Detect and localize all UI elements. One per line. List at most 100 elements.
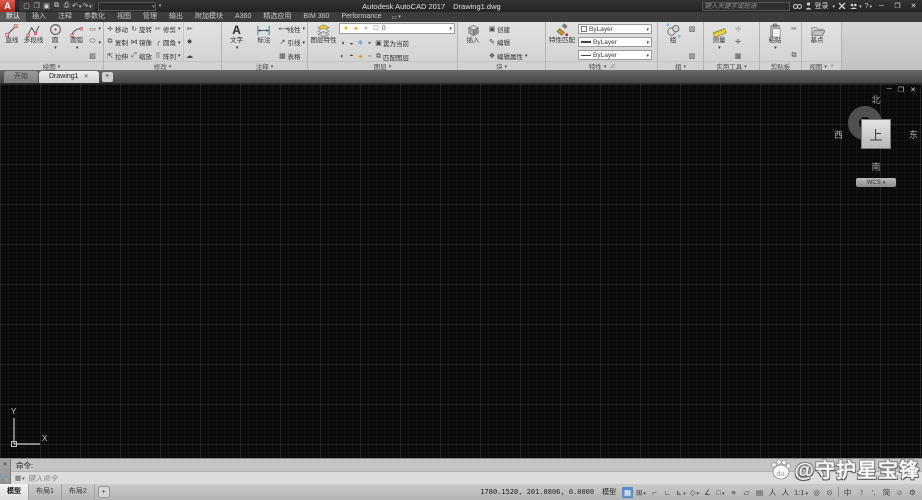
insert-block-button[interactable]: 插入 (460, 23, 486, 61)
close-button[interactable]: ✕ (907, 2, 920, 10)
create-block-tool[interactable]: ▣创建 (488, 24, 528, 33)
tab-manage[interactable]: 管理 (137, 12, 163, 22)
rotate-tool[interactable]: ↻旋转 (130, 24, 152, 33)
search-icon[interactable] (793, 3, 802, 10)
arc-tool[interactable]: 圆弧 (67, 23, 87, 61)
grid-display-toggle[interactable]: ▦ (622, 487, 633, 498)
mirror-tool[interactable]: ⋈镜像 (130, 38, 152, 47)
layer-dropdown[interactable]: ● ☀ ▪ □ 0 (339, 23, 455, 34)
layer-off-icon[interactable]: ◑ (339, 40, 346, 47)
minimize-button[interactable]: ─ (875, 3, 888, 10)
revision-cloud-tool[interactable]: ☁ (186, 51, 194, 60)
edit-attributes-tool[interactable]: ❖编辑属性 (488, 51, 528, 60)
annotation-scale-button[interactable]: 1:1 (793, 487, 809, 498)
sign-in-caret-icon[interactable] (832, 3, 836, 10)
hatch-tool[interactable]: ▨ (89, 51, 102, 60)
command-close-icon[interactable]: ✕ (2, 461, 7, 468)
tab-featured-apps[interactable]: 精选应用 (257, 12, 297, 22)
table-tool[interactable]: ▦表格 (278, 51, 305, 60)
model-space-button[interactable]: 模型 (599, 487, 619, 497)
base-view-button[interactable]: 基点 (804, 23, 830, 61)
viewcube-east[interactable]: 东 (909, 128, 918, 141)
panel-label-draw[interactable]: 绘图 (0, 61, 103, 70)
ortho-mode-toggle[interactable]: ∟ (662, 487, 673, 498)
viewcube-west[interactable]: 西 (834, 128, 843, 141)
layer-freeze-icon[interactable]: ❄ (357, 39, 364, 47)
polyline-tool[interactable]: 多段线 (24, 23, 44, 61)
group-button[interactable]: 组 (660, 23, 686, 61)
ime-width-button[interactable]: ☽ (855, 487, 866, 498)
set-current-layer-button[interactable]: ▣置为当前 (375, 39, 409, 48)
restore-button[interactable]: ❐ (891, 2, 904, 10)
object-color-dropdown[interactable]: ByLayer (578, 24, 652, 34)
linear-dimension-tool[interactable]: ⟷线性 (278, 24, 305, 33)
layout1-tab[interactable]: 布局1 (29, 484, 62, 500)
layer-on-toggle-icon[interactable]: ◐ (339, 53, 346, 60)
undo-button[interactable]: ↶ (72, 1, 81, 11)
object-snap-toggle[interactable]: □ (715, 487, 726, 498)
cut-tool[interactable]: ✂ (790, 24, 798, 33)
panel-label-layers[interactable]: 图层 (308, 61, 457, 70)
viewcube-north[interactable]: 北 (834, 93, 918, 106)
tab-insert[interactable]: 插入 (26, 12, 52, 22)
new-drawing-tab-button[interactable]: + (102, 72, 113, 82)
ime-emoji-button[interactable]: ☺ (894, 487, 905, 498)
ime-settings-button[interactable]: ⚙ (907, 487, 918, 498)
wcs-dropdown[interactable]: WCS (856, 178, 896, 187)
layer-thaw-toggle-icon[interactable]: ☀ (357, 53, 364, 61)
ungroup-tool[interactable]: ▧ (688, 24, 696, 33)
panel-label-groups[interactable]: 组 (658, 61, 703, 70)
plot-button[interactable]: ⎙ (62, 1, 71, 11)
erase-tool[interactable]: ✏ (186, 24, 194, 33)
isometric-drafting-toggle[interactable]: ◇ (689, 487, 700, 498)
point-tool[interactable]: ✛ (734, 38, 742, 47)
tab-bim360[interactable]: BIM 360 (297, 12, 335, 22)
tab-close-icon[interactable]: ✕ (84, 71, 89, 83)
viewcube[interactable]: 北 西 上 东 南 WCS (834, 90, 918, 192)
ime-punctuation-button[interactable]: ’, (868, 487, 879, 498)
linetype-dropdown[interactable]: ByLayer (578, 50, 652, 60)
help-icon[interactable]: ? (865, 3, 872, 10)
fillet-tool[interactable]: ╭圆角 (154, 38, 181, 47)
rectangle-tool[interactable]: ▭ (89, 24, 102, 33)
annotation-visibility-toggle[interactable]: 人 (767, 487, 778, 498)
annotation-autoscale-toggle[interactable]: 人 (780, 487, 791, 498)
object-snap-tracking-toggle[interactable]: ∠ (702, 487, 713, 498)
snap-mode-toggle[interactable]: ⊞ (635, 487, 647, 498)
move-tool[interactable]: ✛移动 (106, 24, 128, 33)
panel-label-clipboard[interactable]: 剪贴板 (760, 61, 801, 70)
layer-unlock-icon[interactable]: ▫ (366, 53, 373, 60)
search-input[interactable] (702, 2, 790, 11)
recent-commands-icon[interactable]: ▦ (15, 474, 25, 482)
panel-label-annotation[interactable]: 注释 (222, 61, 307, 70)
group-edit-tool[interactable]: ▨ (688, 51, 696, 60)
ellipse-tool[interactable]: ⬭ (89, 38, 102, 47)
dimension-tool[interactable]: 标注 (251, 23, 276, 61)
tab-parametric[interactable]: 参数化 (78, 12, 111, 22)
trim-tool[interactable]: ✂修剪 (154, 24, 181, 33)
scale-tool[interactable]: ⤢缩放 (130, 51, 152, 60)
copy-clip-tool[interactable]: ⧉ (790, 51, 798, 60)
command-input-row[interactable]: ▦ (11, 472, 922, 484)
tab-default[interactable]: 默认 (0, 12, 26, 22)
quick-calc-tool[interactable]: ▦ (734, 51, 742, 60)
dynamic-input-toggle[interactable]: ⌐ (649, 487, 660, 498)
panel-label-block[interactable]: 块 (458, 61, 545, 70)
ribbon-expand-icon[interactable]: » (831, 63, 834, 69)
match-layer-button[interactable]: ⧉匹配图层 (375, 52, 409, 61)
redo-button[interactable]: ↷ (82, 1, 91, 11)
ime-language-button[interactable]: 中 (842, 487, 853, 498)
drawing-canvas[interactable]: ─ ❐ ✕ 北 西 上 东 南 WCS Y X (0, 84, 922, 458)
lineweight-toggle[interactable]: ≡ (728, 487, 739, 498)
properties-dialog-launcher-icon[interactable]: ◿ (610, 63, 614, 69)
measure-button[interactable]: 测量 (706, 23, 732, 61)
panel-label-view[interactable]: 视图» (802, 61, 841, 70)
tab-performance[interactable]: Performance (335, 12, 387, 22)
polar-tracking-toggle[interactable]: ⊾ (675, 487, 687, 498)
layer-unisolate-icon[interactable]: ◓ (348, 53, 355, 60)
selection-cycling-toggle[interactable]: ▤ (754, 487, 765, 498)
new-file-button[interactable]: ▢ (22, 1, 31, 11)
tab-a360[interactable]: A360 (229, 12, 257, 22)
exchange-apps-icon[interactable] (838, 2, 846, 10)
text-tool[interactable]: A 文字 (224, 23, 249, 61)
